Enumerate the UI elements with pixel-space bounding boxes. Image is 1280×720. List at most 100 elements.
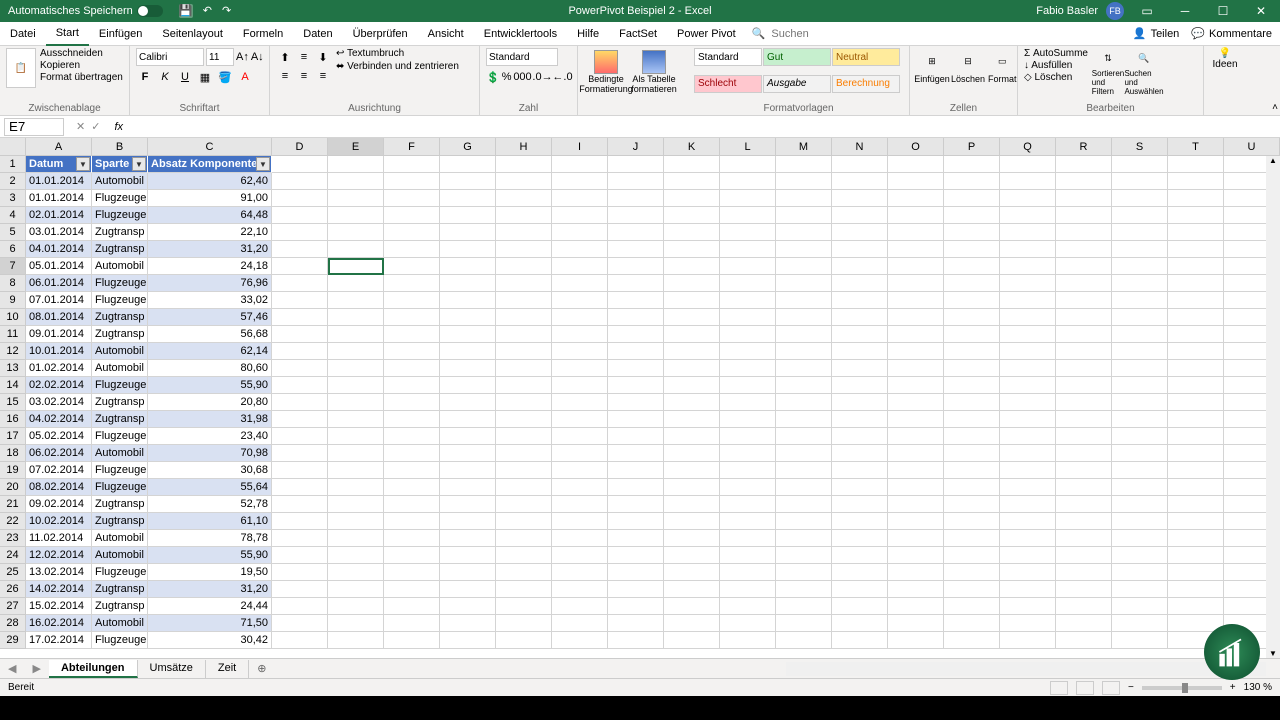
cell-I19[interactable]: [552, 462, 608, 479]
format-as-table-button[interactable]: Als Tabelle formatieren: [632, 48, 676, 96]
cell-J7[interactable]: [608, 258, 664, 275]
cell-C28[interactable]: 71,50: [148, 615, 272, 632]
cell-G26[interactable]: [440, 581, 496, 598]
cell-M9[interactable]: [776, 292, 832, 309]
cell-K2[interactable]: [664, 173, 720, 190]
cell-B17[interactable]: Flugzeuge: [92, 428, 148, 445]
cell-L17[interactable]: [720, 428, 776, 445]
cell-R13[interactable]: [1056, 360, 1112, 377]
cell-R11[interactable]: [1056, 326, 1112, 343]
cell-L9[interactable]: [720, 292, 776, 309]
cell[interactable]: [440, 156, 496, 173]
cell-T9[interactable]: [1168, 292, 1224, 309]
cell-D16[interactable]: [272, 411, 328, 428]
row-header-7[interactable]: 7: [0, 258, 26, 275]
insert-cells-button[interactable]: ⊞Einfügen: [916, 48, 948, 96]
cell-B26[interactable]: Zugtransp: [92, 581, 148, 598]
cell-D13[interactable]: [272, 360, 328, 377]
row-header-29[interactable]: 29: [0, 632, 26, 649]
cell-R26[interactable]: [1056, 581, 1112, 598]
cell-K19[interactable]: [664, 462, 720, 479]
cell-Q13[interactable]: [1000, 360, 1056, 377]
cell-F2[interactable]: [384, 173, 440, 190]
cell-T23[interactable]: [1168, 530, 1224, 547]
cell-C14[interactable]: 55,90: [148, 377, 272, 394]
cell-D18[interactable]: [272, 445, 328, 462]
column-header-C[interactable]: C: [148, 138, 272, 156]
align-right-icon[interactable]: ≡: [314, 67, 332, 85]
cell-I18[interactable]: [552, 445, 608, 462]
column-header-Q[interactable]: Q: [1000, 138, 1056, 156]
cell-A10[interactable]: 08.01.2014: [26, 309, 92, 326]
cell-F23[interactable]: [384, 530, 440, 547]
cell-A22[interactable]: 10.02.2014: [26, 513, 92, 530]
cell-K14[interactable]: [664, 377, 720, 394]
cell-T15[interactable]: [1168, 394, 1224, 411]
cell-I21[interactable]: [552, 496, 608, 513]
cell-J14[interactable]: [608, 377, 664, 394]
cell-G14[interactable]: [440, 377, 496, 394]
cell-L8[interactable]: [720, 275, 776, 292]
cell-S4[interactable]: [1112, 207, 1168, 224]
cell-I17[interactable]: [552, 428, 608, 445]
cell-L15[interactable]: [720, 394, 776, 411]
cell-B21[interactable]: Zugtransp: [92, 496, 148, 513]
cell-H20[interactable]: [496, 479, 552, 496]
ideas-button[interactable]: 💡 Ideen: [1210, 48, 1240, 70]
cell-G29[interactable]: [440, 632, 496, 649]
cell-A12[interactable]: 10.01.2014: [26, 343, 92, 360]
cell-R10[interactable]: [1056, 309, 1112, 326]
cell-T16[interactable]: [1168, 411, 1224, 428]
cell-I11[interactable]: [552, 326, 608, 343]
cell-B24[interactable]: Automobil: [92, 547, 148, 564]
cell-J15[interactable]: [608, 394, 664, 411]
cell-E16[interactable]: [328, 411, 384, 428]
sheet-tab-umsätze[interactable]: Umsätze: [138, 660, 206, 678]
cell-P15[interactable]: [944, 394, 1000, 411]
cell-C12[interactable]: 62,14: [148, 343, 272, 360]
tab-power-pivot[interactable]: Power Pivot: [667, 22, 746, 46]
cell-K7[interactable]: [664, 258, 720, 275]
cell-F13[interactable]: [384, 360, 440, 377]
cell-A11[interactable]: 09.01.2014: [26, 326, 92, 343]
cell-D24[interactable]: [272, 547, 328, 564]
cell-S12[interactable]: [1112, 343, 1168, 360]
cell[interactable]: [1056, 156, 1112, 173]
cell-H25[interactable]: [496, 564, 552, 581]
cell-S7[interactable]: [1112, 258, 1168, 275]
row-header-16[interactable]: 16: [0, 411, 26, 428]
column-header-F[interactable]: F: [384, 138, 440, 156]
sheet-nav-next-icon[interactable]: ▶: [24, 662, 48, 675]
increase-font-icon[interactable]: A↑: [236, 48, 249, 66]
cell-Q9[interactable]: [1000, 292, 1056, 309]
cell-O9[interactable]: [888, 292, 944, 309]
cell-F15[interactable]: [384, 394, 440, 411]
cell-T11[interactable]: [1168, 326, 1224, 343]
cell-B22[interactable]: Zugtransp: [92, 513, 148, 530]
decrease-font-icon[interactable]: A↓: [251, 48, 264, 66]
cell-B9[interactable]: Flugzeuge: [92, 292, 148, 309]
cell-O6[interactable]: [888, 241, 944, 258]
cell-G28[interactable]: [440, 615, 496, 632]
cell-D5[interactable]: [272, 224, 328, 241]
cell-Q12[interactable]: [1000, 343, 1056, 360]
autosave-toggle[interactable]: Automatisches Speichern: [0, 5, 171, 17]
cell-B27[interactable]: Zugtransp: [92, 598, 148, 615]
cell-C18[interactable]: 70,98: [148, 445, 272, 462]
fill-button[interactable]: ↓ Ausfüllen: [1024, 60, 1088, 71]
cell-Q14[interactable]: [1000, 377, 1056, 394]
cell-M28[interactable]: [776, 615, 832, 632]
cell-S6[interactable]: [1112, 241, 1168, 258]
cell-I16[interactable]: [552, 411, 608, 428]
cell-D26[interactable]: [272, 581, 328, 598]
cell-D20[interactable]: [272, 479, 328, 496]
column-header-H[interactable]: H: [496, 138, 552, 156]
cell-A3[interactable]: 01.01.2014: [26, 190, 92, 207]
style-neutral[interactable]: Neutral: [832, 48, 900, 66]
comma-icon[interactable]: 000: [513, 68, 531, 86]
cell-E4[interactable]: [328, 207, 384, 224]
cell-J4[interactable]: [608, 207, 664, 224]
cell-G2[interactable]: [440, 173, 496, 190]
cell-M11[interactable]: [776, 326, 832, 343]
cell-F28[interactable]: [384, 615, 440, 632]
